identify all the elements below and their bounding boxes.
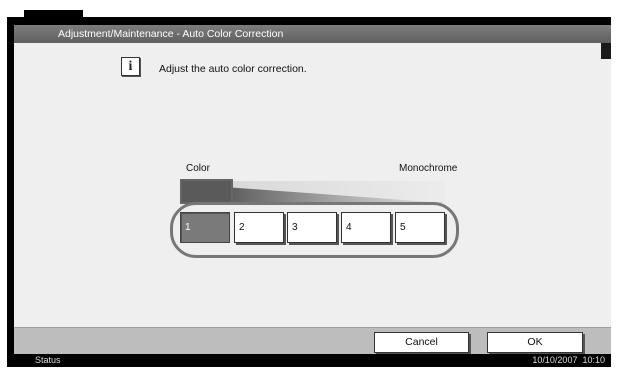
scale-label-monochrome: Monochrome (399, 163, 458, 174)
level-button-2[interactable]: 2 (234, 212, 284, 243)
scale-label-color: Color (186, 163, 210, 174)
page-title: Adjustment/Maintenance - Auto Color Corr… (58, 28, 284, 40)
cancel-button[interactable]: Cancel (374, 332, 469, 353)
time-text: 10:10 (582, 355, 605, 365)
level-button-1[interactable]: 1 (180, 212, 230, 243)
level-button-4[interactable]: 4 (341, 212, 391, 243)
ok-button[interactable]: OK (487, 332, 583, 353)
gradient-selection-marker (180, 179, 233, 204)
title-bar: Adjustment/Maintenance - Auto Color Corr… (14, 25, 611, 43)
frame-tab (24, 10, 83, 18)
scroll-indicator (601, 43, 611, 59)
level-button-5[interactable]: 5 (395, 212, 445, 243)
info-icon: i (121, 57, 140, 76)
level-button-3[interactable]: 3 (287, 212, 337, 243)
status-bar: Status 10/10/2007 10:10 (7, 354, 611, 367)
status-button[interactable]: Status (35, 354, 61, 367)
datetime-display: 10/10/2007 10:10 (532, 354, 605, 367)
info-message: Adjust the auto color correction. (159, 63, 307, 75)
date-text: 10/10/2007 (532, 355, 578, 365)
